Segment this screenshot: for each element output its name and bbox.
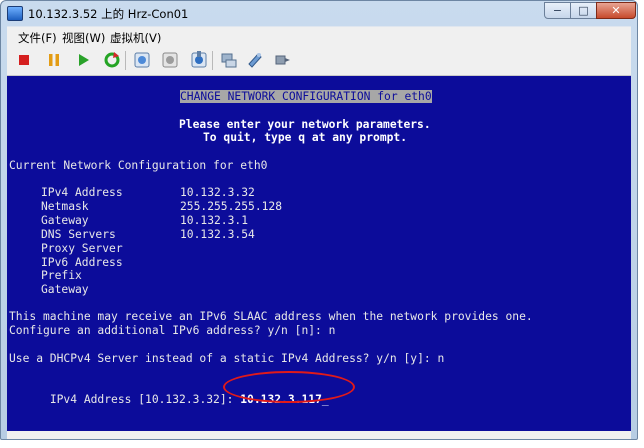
field-label: Gateway <box>41 283 89 296</box>
menu-file[interactable]: 文件(F) <box>18 30 57 46</box>
field-value: 10.132.3.54 <box>180 228 255 241</box>
reset-icon[interactable] <box>103 51 121 69</box>
menu-view[interactable]: 视图(W) <box>62 30 105 46</box>
network-icon[interactable] <box>220 51 238 69</box>
pause-icon[interactable] <box>45 51 63 69</box>
play-icon[interactable] <box>74 51 92 69</box>
field-label: Netmask <box>41 200 89 213</box>
prompt-line-1: Please enter your network parameters. <box>179 118 431 131</box>
maximize-button[interactable]: □ <box>570 2 597 19</box>
section-title: Current Network Configuration for eth0 <box>9 159 268 172</box>
field-label: IPv6 Address <box>41 256 123 269</box>
menu-bar: 文件(F) 视图(W) 虚拟机(V) <box>7 26 631 47</box>
close-button[interactable]: ✕ <box>596 2 636 19</box>
snapshot-icon[interactable] <box>133 51 151 69</box>
minimize-button[interactable]: − <box>544 2 571 19</box>
revert-snapshot-icon[interactable] <box>161 51 179 69</box>
field-value: 10.132.3.32 <box>180 186 255 199</box>
title-bar[interactable]: 10.132.3.52 上的 Hrz-Con01 − □ ✕ <box>1 1 637 25</box>
field-value: 255.255.255.128 <box>180 200 283 213</box>
toolbar <box>7 46 631 76</box>
slaac-notice: This machine may receive an IPv6 SLAAC a… <box>9 310 533 323</box>
snapshot-manager-icon[interactable] <box>190 51 208 69</box>
ipv4-prompt-label: IPv4 Address [10.132.3.32]: <box>49 393 241 406</box>
field-label: DNS Servers <box>41 228 116 241</box>
connect-device-icon[interactable] <box>273 51 291 69</box>
field-label: Gateway <box>41 214 89 227</box>
highlight-annotation <box>223 371 355 403</box>
status-bar <box>7 431 631 439</box>
app-icon <box>7 6 23 21</box>
dhcp-question: Use a DHCPv4 Server instead of a static … <box>9 352 445 365</box>
stop-icon[interactable] <box>15 51 33 69</box>
ipv6-question: Configure an additional IPv6 address? y/… <box>9 324 336 337</box>
prompt-line-2: To quit, type q at any prompt. <box>203 131 408 144</box>
vm-console-window: 10.132.3.52 上的 Hrz-Con01 − □ ✕ 文件(F) 视图(… <box>0 0 638 440</box>
screen-header: CHANGE NETWORK CONFIGURATION for eth0 <box>180 90 432 103</box>
field-value: 10.132.3.1 <box>180 214 249 227</box>
window-title: 10.132.3.52 上的 Hrz-Con01 <box>28 7 189 21</box>
settings-icon[interactable] <box>246 51 264 69</box>
field-label: Prefix <box>41 269 82 282</box>
vm-console-screen[interactable]: CHANGE NETWORK CONFIGURATION for eth0 Pl… <box>7 76 631 431</box>
field-label: Proxy Server <box>41 242 123 255</box>
field-label: IPv4 Address <box>41 186 123 199</box>
menu-vm[interactable]: 虚拟机(V) <box>110 30 161 46</box>
